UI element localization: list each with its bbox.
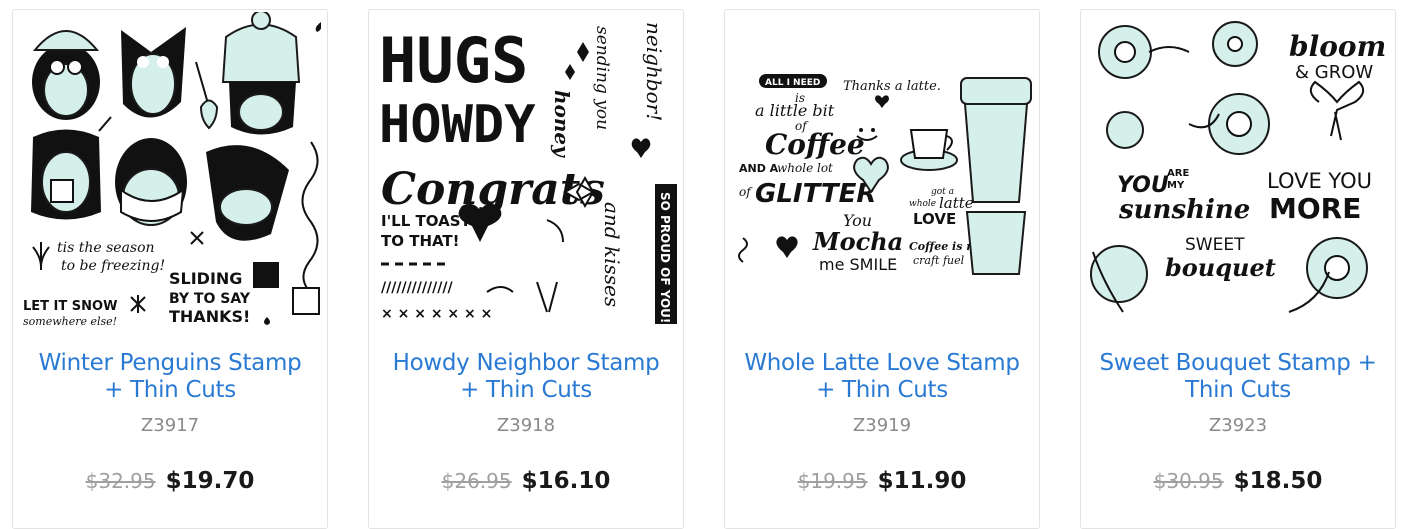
image-text: me SMILE [819,255,897,274]
image-text: ALL I NEED [765,78,820,88]
product-card[interactable]: HUGS HOWDY Congrats I'LL TOAST TO THAT! … [368,9,684,529]
product-card[interactable]: tis the season to be freezing! SLIDING B… [12,9,328,529]
product-card[interactable]: bloom & GROW YOU ARE MY sunshine LOVE YO… [1080,9,1396,529]
sale-price: $19.70 [165,468,255,494]
penguin-beanie-illustration [221,12,301,135]
image-text: LOVE YOU [1267,169,1372,193]
image-text: of [739,185,753,199]
coffee-cup-illustration [960,77,1032,275]
image-text: a little bit [755,101,835,120]
image-text: tis the season [57,240,155,256]
image-text: Thanks a latte. [843,79,941,94]
image-text: BY TO SAY [169,291,251,307]
product-title[interactable]: Whole Latte Love Stamp + Thin Cuts [739,350,1025,404]
product-price: $30.95 $18.50 [1081,468,1395,494]
product-image[interactable]: HUGS HOWDY Congrats I'LL TOAST TO THAT! … [377,12,677,330]
image-text: somewhere else! [23,315,117,328]
image-text: MY [1167,180,1185,191]
image-text: sending you [592,26,612,130]
image-text: whole [909,199,936,209]
image-text: & GROW [1295,62,1373,83]
image-text: LOVE [913,210,956,228]
product-grid: tis the season to be freezing! SLIDING B… [0,0,1413,529]
image-text: neighbor! [642,22,666,121]
image-text: HUGS [379,24,528,97]
howdy-neighbor-stamp-image: HUGS HOWDY Congrats I'LL TOAST TO THAT! … [379,22,677,324]
penguin-gift-illustration [31,129,101,220]
divider-text: × × × × × × × [381,306,492,322]
sale-price: $18.50 [1233,468,1323,494]
penguin-scarf-illustration [115,138,187,226]
image-text: THANKS! [169,307,250,326]
image-text: sunshine [1118,195,1250,225]
product-sku: Z3923 [1208,415,1268,436]
image-text: SO PROUD OF YOU! [658,192,672,323]
product-sku: Z3919 [852,415,912,436]
image-text: I'LL TOAST [381,212,472,230]
image-text: and kisses [600,202,624,307]
image-text: honey [550,90,574,158]
sale-price: $11.90 [877,468,967,494]
image-text: SLIDING [169,269,242,288]
penguin-glasses-illustration [32,30,100,120]
product-image[interactable]: tis the season to be freezing! SLIDING B… [21,12,321,330]
product-title[interactable]: Winter Penguins Stamp + Thin Cuts [27,350,313,404]
bow-icon [1309,80,1365,141]
image-text: SWEET [1185,235,1245,255]
image-text: Coffee [765,128,865,161]
image-text: TO THAT! [381,232,460,250]
product-image[interactable]: bloom & GROW YOU ARE MY sunshine LOVE YO… [1089,12,1389,330]
product-title[interactable]: Sweet Bouquet Stamp + Thin Cuts [1095,350,1381,404]
whole-latte-love-stamp-image: ALL I NEED is a little bit of Coffee AND… [738,74,1032,275]
original-price: $32.95 [85,469,156,493]
image-text: bloom [1289,30,1386,63]
product-sku: Z3918 [496,415,556,436]
image-text: LET IT SNOW [23,299,117,314]
original-price: $19.95 [797,469,868,493]
product-price: $19.95 $11.90 [725,468,1039,494]
latte-mug-illustration [900,129,958,171]
product-price: $32.95 $19.70 [13,468,327,494]
product-title[interactable]: Howdy Neighbor Stamp + Thin Cuts [383,350,669,404]
image-text: whole lot [777,161,833,175]
image-text: bouquet [1165,253,1276,282]
image-text: craft fuel [913,254,965,267]
winter-penguins-stamp-image: tis the season to be freezing! SLIDING B… [23,12,321,328]
image-text: AND A [739,162,779,175]
image-text: ARE [1167,168,1189,179]
product-sku: Z3917 [140,415,200,436]
product-price: $26.95 $16.10 [369,468,683,494]
product-card[interactable]: ALL I NEED is a little bit of Coffee AND… [724,9,1040,529]
sale-price: $16.10 [521,468,611,494]
penguin-owl-illustration [121,27,186,118]
original-price: $30.95 [1153,469,1224,493]
divider-text: ////////////// [381,280,453,296]
image-text: MORE [1269,192,1361,225]
image-text: GLITTER [755,179,876,209]
penguin-sliding-illustration [206,145,289,241]
image-text: to be freezing! [61,258,165,274]
original-price: $26.95 [441,469,512,493]
product-image[interactable]: ALL I NEED is a little bit of Coffee AND… [733,12,1033,330]
sweet-bouquet-stamp-image: bloom & GROW YOU ARE MY sunshine LOVE YO… [1090,21,1386,313]
image-text: Mocha [812,227,903,256]
image-text: HOWDY [379,95,536,155]
